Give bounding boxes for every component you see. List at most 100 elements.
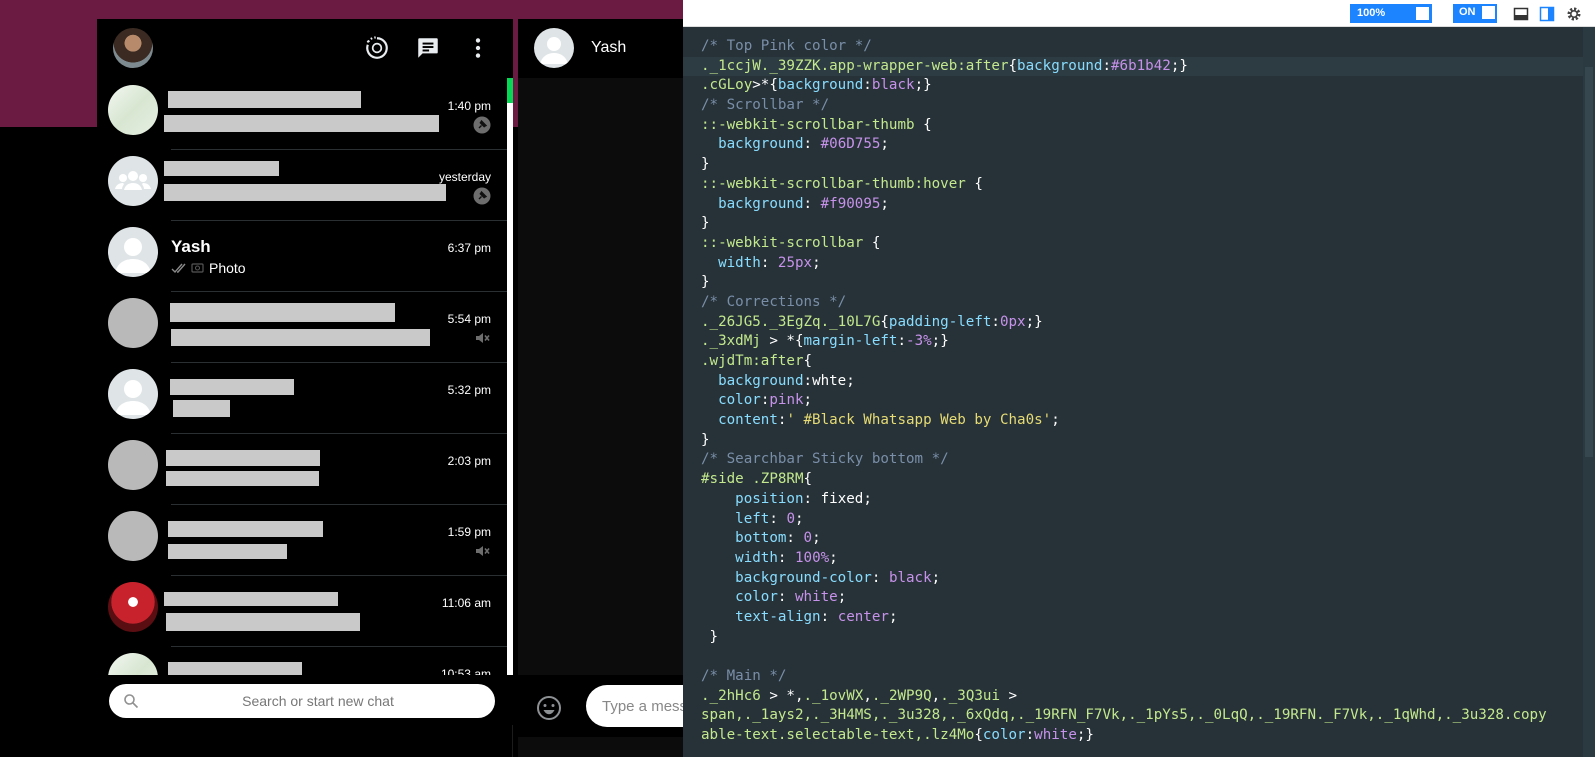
search-input[interactable] (153, 684, 483, 718)
conversation-pane: Yash (518, 19, 706, 757)
code-line[interactable]: #side .ZP8RM{ (683, 470, 1583, 490)
new-chat-icon[interactable] (415, 35, 441, 61)
redacted-text (164, 184, 446, 201)
status-icon[interactable] (364, 35, 390, 61)
chat-time: 1:40 pm (447, 99, 491, 113)
code-line[interactable]: color:pink; (683, 391, 1583, 411)
chat-time: 5:32 pm (447, 383, 491, 397)
chat-avatar[interactable] (108, 227, 158, 277)
code-line[interactable]: ._1ccjW._39ZZK.app-wrapper-web:after{bac… (683, 56, 1583, 77)
chat-row[interactable]: 1:40 pm (97, 78, 507, 150)
code-line[interactable]: bottom: 0; (683, 529, 1583, 549)
code-line[interactable]: ::-webkit-scrollbar-thumb:hover { (683, 175, 1583, 195)
code-line[interactable]: ._26JG5._3EgZq._10L7G{padding-left:0px;} (683, 313, 1583, 333)
redacted-text (168, 544, 287, 559)
emoji-icon[interactable] (536, 695, 562, 721)
contact-avatar[interactable] (534, 28, 574, 68)
redacted-text (173, 400, 230, 417)
code-line[interactable]: /* Main */ (683, 667, 1583, 687)
sidebar-header (97, 19, 513, 78)
chat-time: 10:53 am (440, 667, 491, 675)
code-line[interactable]: } (683, 273, 1583, 293)
code-line[interactable]: } (683, 628, 1583, 648)
code-line[interactable]: ._2hHc6 > *,._1ovWX,._2WP9Q,._3Q3ui > (683, 687, 1583, 707)
chat-row[interactable]: 5:54 pm (97, 291, 507, 363)
chat-avatar[interactable] (108, 440, 158, 490)
conversation-header[interactable]: Yash (518, 19, 683, 78)
code-line[interactable]: color: white; (683, 588, 1583, 608)
my-avatar[interactable] (113, 28, 153, 68)
enable-toggle[interactable]: ON (1453, 4, 1497, 23)
contact-name: Yash (591, 39, 627, 56)
muted-icon (476, 333, 490, 343)
chat-row[interactable]: 1:59 pm (97, 504, 507, 576)
default-avatar-icon (540, 37, 568, 64)
chat-list-scrollbar-accent (507, 78, 513, 103)
layout-right-icon[interactable] (1539, 6, 1555, 22)
code-line[interactable]: width: 25px; (683, 254, 1583, 274)
chat-time: yesterday (438, 170, 491, 184)
code-line[interactable]: ::-webkit-scrollbar { (683, 234, 1583, 254)
chat-row[interactable]: 5:32 pm (97, 362, 507, 434)
chat-row[interactable]: Yash 6:37 pm Photo (97, 220, 507, 292)
code-line[interactable]: /* Corrections */ (683, 293, 1583, 313)
code-line[interactable]: ._3xdMj > *{margin-left:-3%;} (683, 332, 1583, 352)
code-line[interactable]: span,._1ays2,._3H4MS,._3u328,._6xQdq,._1… (683, 706, 1583, 726)
chat-time: 5:54 pm (447, 312, 491, 326)
code-line[interactable]: position: fixed; (683, 490, 1583, 510)
chat-avatar[interactable] (108, 582, 158, 632)
code-line[interactable]: background:whte; (683, 372, 1583, 392)
zoom-control[interactable]: 100% (1350, 4, 1432, 23)
default-avatar-icon (115, 380, 151, 415)
chat-sidebar: 1:40 pm yesterday Yash 6:37 pm Photo 5:54 pm 5… (97, 19, 513, 757)
chat-avatar[interactable] (108, 298, 158, 348)
code-line[interactable]: } (683, 155, 1583, 175)
chat-list-scrollbar[interactable] (507, 78, 513, 718)
zoom-label: 100% (1357, 7, 1386, 19)
code-line[interactable]: background-color: black; (683, 569, 1583, 589)
chat-time: 11:06 am (441, 596, 491, 610)
editor-scrollbar-thumb[interactable] (1585, 67, 1593, 457)
code-line[interactable]: text-align: center; (683, 608, 1583, 628)
code-line[interactable]: /* Searchbar Sticky bottom */ (683, 450, 1583, 470)
menu-icon[interactable] (465, 35, 491, 61)
compose-bar (518, 675, 706, 737)
code-line[interactable]: background: #f90095; (683, 195, 1583, 215)
settings-icon[interactable] (1566, 6, 1582, 22)
chat-avatar[interactable] (108, 85, 158, 135)
code-line[interactable]: .wjdTm:after{ (683, 352, 1583, 372)
redacted-text (166, 471, 319, 486)
chat-avatar[interactable] (108, 369, 158, 419)
code-line[interactable]: left: 0; (683, 510, 1583, 530)
code-line[interactable]: } (683, 214, 1583, 234)
chat-row[interactable]: yesterday (97, 149, 507, 221)
code-line[interactable] (683, 647, 1583, 667)
default-avatar-icon (115, 238, 151, 273)
search-icon (124, 694, 139, 709)
redacted-text (164, 115, 439, 132)
code-line[interactable]: background: #06D755; (683, 135, 1583, 155)
code-line[interactable]: .cGLoy>*{background:black;} (683, 76, 1583, 96)
code-line[interactable]: width: 100%; (683, 549, 1583, 569)
code-line[interactable]: /* Scrollbar */ (683, 96, 1583, 116)
code-line[interactable]: able-text.selectable-text,.lz4Mo{color:w… (683, 726, 1583, 746)
code-line[interactable]: ::-webkit-scrollbar-thumb { (683, 116, 1583, 136)
chat-row[interactable]: 11:06 am (97, 575, 507, 647)
chat-avatar[interactable] (108, 653, 158, 675)
chat-avatar[interactable] (108, 511, 158, 561)
zoom-knob[interactable] (1416, 7, 1429, 20)
chat-row[interactable]: 10:53 am (97, 646, 507, 675)
toggle-label: ON (1459, 6, 1476, 18)
code-line[interactable]: /* Top Pink color */ (683, 37, 1583, 57)
editor-scrollbar[interactable] (1583, 27, 1595, 757)
code-area[interactable]: /* Top Pink color */._1ccjW._39ZZK.app-w… (683, 37, 1583, 746)
code-line[interactable]: } (683, 431, 1583, 451)
layout-bottom-icon[interactable] (1513, 6, 1529, 22)
css-editor: 100% ON /* Top Pink color */._1ccjW._39Z… (683, 0, 1595, 757)
redacted-text (168, 662, 302, 675)
chat-list[interactable]: 1:40 pm yesterday Yash 6:37 pm Photo 5:54 pm 5… (97, 78, 513, 675)
chat-row[interactable]: 2:03 pm (97, 433, 507, 505)
code-line[interactable]: content:' #Black Whatsapp Web by Cha0s'; (683, 411, 1583, 431)
chat-avatar[interactable] (108, 156, 158, 206)
search-box[interactable] (109, 684, 495, 718)
